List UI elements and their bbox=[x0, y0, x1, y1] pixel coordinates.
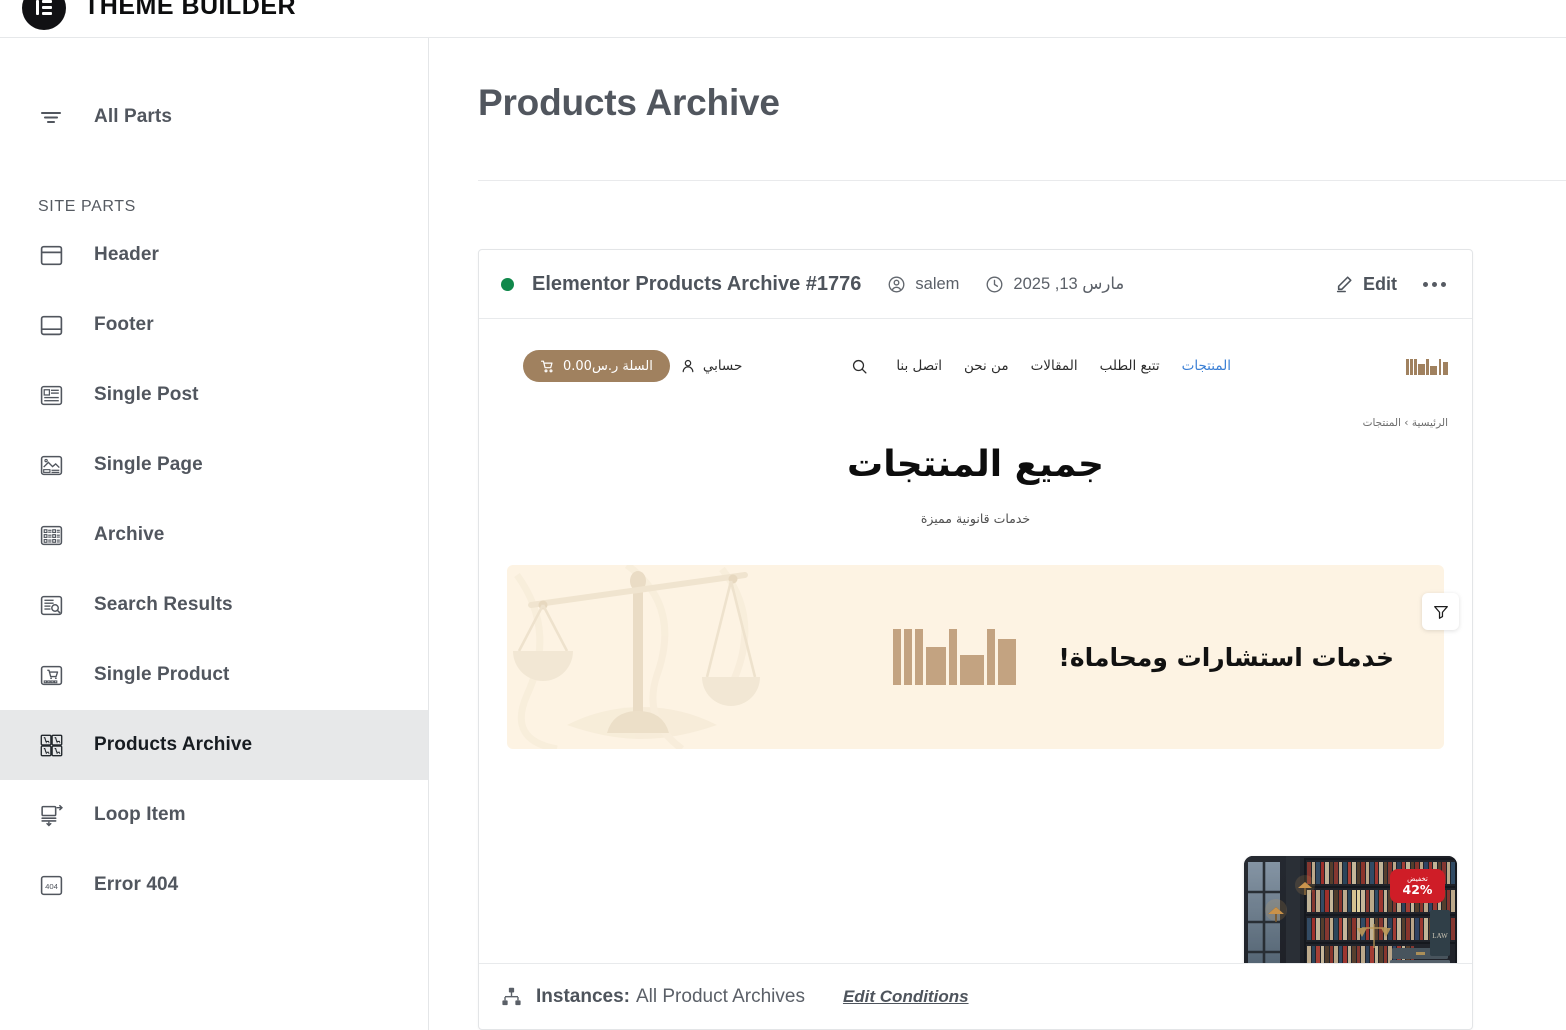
sidebar-item-label: Single Post bbox=[94, 384, 199, 405]
alamal-brand-logo bbox=[1406, 357, 1448, 375]
sidebar-item-all-parts[interactable]: All Parts bbox=[0, 82, 428, 152]
error-404-icon: 404 bbox=[38, 872, 64, 898]
sitemap-icon bbox=[501, 986, 522, 1007]
edit-conditions-link[interactable]: Edit Conditions bbox=[843, 987, 969, 1007]
sale-badge: تخفيض 42% bbox=[1390, 869, 1445, 903]
more-horizontal-icon[interactable] bbox=[1423, 281, 1446, 287]
sidebar-item-archive[interactable]: Archive bbox=[0, 500, 428, 570]
sidebar: All Parts SITE PARTS Header Footer Singl… bbox=[0, 38, 429, 1030]
user-icon bbox=[680, 358, 696, 374]
search-results-icon bbox=[38, 592, 64, 618]
user-circle-icon bbox=[887, 275, 906, 294]
sidebar-item-products-archive[interactable]: Products Archive bbox=[0, 710, 428, 780]
template-card-title[interactable]: Elementor Products Archive #1776 bbox=[532, 273, 861, 296]
account-link[interactable]: حسابي bbox=[680, 358, 743, 374]
nav-link-track-order[interactable]: تتبع الطلب bbox=[1100, 358, 1160, 374]
footer-layout-icon bbox=[38, 312, 64, 338]
svg-text:404: 404 bbox=[45, 882, 59, 891]
sidebar-item-loop-item[interactable]: Loop Item bbox=[0, 780, 428, 850]
date-meta: مارس 13, 2025 bbox=[985, 274, 1124, 294]
banner-headline: خدمات استشارات ومحاماة! bbox=[1058, 642, 1394, 672]
promo-banner[interactable]: خدمات استشارات ومحاماة! bbox=[507, 565, 1444, 749]
instances-label: Instances: bbox=[536, 985, 630, 1007]
sidebar-item-label: Error 404 bbox=[94, 874, 179, 895]
sidebar-item-label: Products Archive bbox=[94, 734, 253, 755]
sidebar-item-label: Search Results bbox=[94, 594, 233, 615]
nav-link-about-us[interactable]: من نحن bbox=[964, 358, 1009, 374]
alamal-brand-logo bbox=[893, 629, 1017, 685]
nav-link-contact-us[interactable]: اتصل بنا bbox=[896, 358, 942, 374]
hero-subtitle: خدمات قانونية مميزة bbox=[920, 511, 1031, 526]
hero-title: جميع المنتجات bbox=[847, 444, 1104, 485]
template-card: Elementor Products Archive #1776 salem م… bbox=[478, 249, 1473, 1030]
app-topbar: THEME BUILDER bbox=[0, 0, 1566, 38]
filter-lines-icon bbox=[38, 104, 64, 130]
products-archive-icon bbox=[38, 732, 64, 758]
page-title: Products Archive bbox=[478, 82, 780, 123]
sidebar-item-label: Single Page bbox=[94, 454, 203, 475]
sidebar-item-label: All Parts bbox=[94, 106, 172, 127]
preview-site-nav: المنتجات تتبع الطلب المقالات من نحن اتصل… bbox=[479, 341, 1472, 391]
single-post-icon bbox=[38, 382, 64, 408]
account-label: حسابي bbox=[702, 358, 743, 374]
cart-button[interactable]: السلة ر.س0.00 bbox=[523, 350, 670, 382]
product-card[interactable]: LAW تخفيض 42% bbox=[1244, 856, 1457, 963]
elementor-logo-icon[interactable] bbox=[22, 0, 66, 30]
filter-button[interactable] bbox=[1422, 593, 1459, 630]
loop-item-icon bbox=[38, 802, 64, 828]
sidebar-item-label: Archive bbox=[94, 524, 165, 545]
instances-value: All Product Archives bbox=[635, 985, 805, 1007]
sidebar-item-single-post[interactable]: Single Post bbox=[0, 360, 428, 430]
template-card-footer: Instances: All Product Archives Edit Con… bbox=[479, 963, 1472, 1029]
date-text: مارس 13, 2025 bbox=[1013, 275, 1125, 293]
sidebar-item-label: Single Product bbox=[94, 664, 230, 685]
title-divider bbox=[478, 180, 1566, 181]
sale-badge-value: 42% bbox=[1402, 882, 1433, 898]
single-page-icon bbox=[38, 452, 64, 478]
sidebar-item-label: Loop Item bbox=[94, 804, 186, 825]
sidebar-item-search-results[interactable]: Search Results bbox=[0, 570, 428, 640]
sidebar-item-label: Header bbox=[94, 244, 160, 265]
main-content: Products Archive Elementor Products Arch… bbox=[429, 38, 1566, 1030]
sidebar-item-single-page[interactable]: Single Page bbox=[0, 430, 428, 500]
template-preview[interactable]: المنتجات تتبع الطلب المقالات من نحن اتصل… bbox=[479, 319, 1472, 963]
clock-icon bbox=[985, 275, 1004, 294]
app-title: THEME BUILDER bbox=[84, 0, 297, 20]
sidebar-item-error-404[interactable]: 404 Error 404 bbox=[0, 850, 428, 920]
author-name: salem bbox=[915, 274, 960, 293]
sidebar-item-header[interactable]: Header bbox=[0, 220, 428, 290]
nav-link-articles[interactable]: المقالات bbox=[1031, 358, 1078, 374]
edit-button[interactable]: Edit bbox=[1334, 274, 1397, 295]
edit-button-label: Edit bbox=[1363, 273, 1397, 294]
single-product-icon bbox=[38, 662, 64, 688]
search-icon[interactable] bbox=[851, 358, 868, 375]
scales-of-justice-icon bbox=[507, 565, 807, 749]
pencil-icon bbox=[1334, 274, 1354, 294]
template-card-header: Elementor Products Archive #1776 salem م… bbox=[479, 250, 1472, 319]
sidebar-item-footer[interactable]: Footer bbox=[0, 290, 428, 360]
nav-link-products[interactable]: المنتجات bbox=[1182, 358, 1231, 374]
archive-grid-icon bbox=[38, 522, 64, 548]
sidebar-item-label: Footer bbox=[94, 314, 154, 335]
status-badge bbox=[501, 277, 514, 291]
cart-label: السلة ر.س0.00 bbox=[563, 358, 653, 374]
sidebar-section-label: SITE PARTS bbox=[38, 198, 136, 215]
preview-nav-links: المنتجات تتبع الطلب المقالات من نحن اتصل… bbox=[851, 358, 1231, 375]
sidebar-item-single-product[interactable]: Single Product bbox=[0, 640, 428, 710]
author-meta: salem bbox=[887, 275, 959, 294]
cart-icon bbox=[540, 359, 555, 374]
funnel-filter-icon bbox=[1433, 604, 1449, 620]
breadcrumb[interactable]: الرئيسية › المنتجات bbox=[1363, 417, 1448, 429]
header-layout-icon bbox=[38, 242, 64, 268]
